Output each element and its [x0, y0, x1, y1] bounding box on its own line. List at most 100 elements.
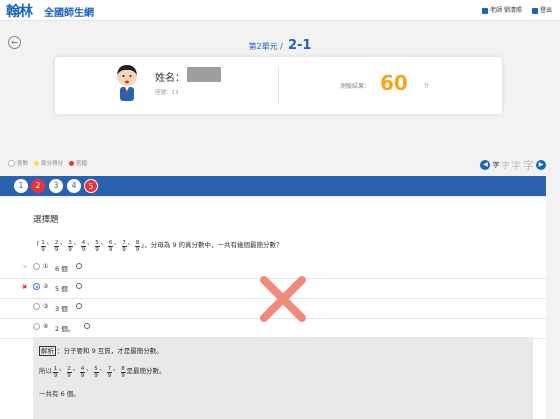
fraction: 49	[80, 366, 85, 379]
user-icon	[482, 7, 489, 14]
question-stem: 」，分母為 9 的真分數中，一共有幾個最簡分數？	[141, 241, 283, 250]
font-size-label: 字	[492, 161, 500, 169]
option-4-number: ④	[43, 323, 49, 330]
question-nav-2[interactable]: 2	[31, 179, 45, 193]
legend-wrong: 答錯	[69, 159, 87, 167]
top-bar: 翰林 全國師生網 老師 劉清照 登出	[0, 0, 560, 21]
wrong-answer-icon: ✖	[22, 283, 28, 291]
breadcrumb-unit: 第2單元 /	[248, 42, 283, 51]
fraction-separator: 、	[46, 238, 54, 246]
fraction: 29	[54, 240, 59, 253]
option-1-text: 6 個	[55, 265, 68, 273]
fraction-separator: 、	[113, 364, 120, 372]
explanation-fractions: 1 9、 2 9、 4 9、 5 9、 7 9、 8 9	[52, 362, 127, 379]
explanation-text-1: ：分子要和 9 互質，才是最簡分數。	[57, 347, 163, 355]
explanation-tag: 解析	[39, 346, 56, 356]
teacher-label: 老師 劉清照	[490, 7, 522, 14]
fraction: 79	[107, 366, 112, 379]
option-3-number: ③	[43, 303, 49, 310]
speaker-icon[interactable]	[76, 303, 82, 309]
legend-correct-dot	[8, 160, 15, 167]
question-text: 「 1 9、 2 9、 3 9、 4 9、 5 9、 6 9、 7 9、 8 9 」，分母為 9 的真分數中，…	[33, 236, 283, 253]
logout-link[interactable]: 登出	[531, 5, 552, 14]
option-2-number: ②	[43, 283, 49, 290]
card-divider	[278, 67, 279, 104]
legend-correct: 答對	[8, 159, 28, 167]
logo-mark[interactable]: 翰林	[6, 1, 33, 21]
answer-legend: 答對 部分得分 答錯	[8, 159, 87, 167]
fraction: 59	[93, 366, 99, 379]
option-3-text: 3 個	[55, 305, 68, 313]
option-2-text: 5 個	[55, 285, 68, 293]
wrong-x-icon	[260, 276, 306, 322]
correct-answer-icon: ☞	[22, 263, 28, 271]
question-nav-3[interactable]: 3	[49, 179, 63, 193]
breadcrumb: 第2單元 / 2-1	[0, 34, 560, 53]
fraction: 59	[94, 240, 100, 253]
font-size-control: ◀ 字 字 字 字 ▶	[480, 157, 546, 173]
student-result-card: 姓名： 座號：13 測驗結果： 60 分	[55, 57, 502, 114]
fraction-separator: 、	[72, 364, 80, 372]
logout-label: 登出	[539, 7, 552, 14]
fraction-separator: 、	[59, 364, 66, 372]
speaker-icon[interactable]	[84, 323, 90, 329]
explanation-line-3: 一共有 6 個。	[39, 390, 80, 398]
fraction-separator: 、	[100, 238, 108, 246]
speaker-icon[interactable]	[76, 283, 82, 289]
option-1-radio[interactable]	[33, 263, 40, 270]
legend-wrong-dot	[69, 161, 75, 166]
logo-text[interactable]: 全國師生網	[44, 4, 94, 19]
fraction-separator: 、	[60, 238, 67, 246]
breadcrumb-lesson: 2-1	[287, 38, 312, 53]
legend-partial-label: 部分得分	[41, 161, 64, 167]
fraction-separator: 、	[86, 364, 93, 372]
option-4-text: 2 個。	[55, 325, 75, 333]
option-1-number: ①	[43, 263, 49, 270]
fraction-separator: 、	[73, 238, 81, 246]
explanation-line-2: 所以 1 9、 2 9、 4 9、 5 9、 7 9、 8 9 是最簡分數。	[39, 362, 166, 379]
legend-partial: 部分得分	[34, 159, 63, 167]
name-label: 姓名：	[155, 73, 185, 84]
top-nav: 老師 劉清照 登出	[482, 5, 552, 14]
fraction-separator: 、	[127, 238, 135, 246]
fraction: 19	[40, 240, 46, 253]
question-nav-bar: 1 2 3 4 5	[0, 176, 546, 196]
explanation-box: 解析 ：分子要和 9 互質，才是最簡分數。 所以 1 9、 2 9、 4 9、 5 9、 7 9、 8…	[33, 337, 533, 419]
chevron-left-icon: ◀	[483, 161, 488, 168]
score-value: 60	[380, 71, 408, 95]
question-nav-5[interactable]: 5	[84, 179, 98, 193]
option-4-radio[interactable]	[33, 323, 40, 330]
score-label: 測驗結果：	[340, 83, 371, 90]
fraction-separator: 、	[87, 238, 94, 246]
question-nav-1[interactable]: 1	[14, 179, 28, 193]
fraction: 29	[66, 366, 72, 379]
legend-correct-label: 答對	[17, 161, 29, 167]
legend-wrong-label: 答錯	[76, 161, 88, 167]
font-size-large[interactable]: 字	[523, 157, 534, 173]
fraction: 69	[108, 240, 113, 253]
score-unit: 分	[424, 83, 430, 89]
fraction: 49	[81, 240, 86, 253]
teacher-account[interactable]: 老師 劉清照	[482, 5, 522, 14]
student-avatar	[117, 65, 137, 101]
seat-number: 座號：13	[155, 90, 179, 96]
student-name-redacted	[187, 67, 221, 82]
question-fractions: 1 9、 2 9、 3 9、 4 9、 5 9、 6 9、 7 9、 8 9	[40, 236, 142, 253]
explanation-suffix: 是最簡分數。	[126, 367, 166, 376]
option-3-radio[interactable]	[33, 303, 40, 310]
fraction-separator: 、	[99, 364, 107, 372]
fraction: 19	[53, 366, 58, 379]
fraction-separator: 、	[114, 238, 121, 246]
font-size-medium[interactable]: 字	[511, 158, 521, 172]
speaker-icon[interactable]	[76, 263, 82, 269]
fraction: 39	[67, 240, 73, 253]
font-larger-button[interactable]: ▶	[536, 160, 546, 170]
logout-icon	[531, 7, 538, 14]
font-size-small[interactable]: 字	[501, 160, 509, 171]
question-nav-4[interactable]: 4	[67, 179, 81, 193]
option-2-radio[interactable]	[33, 283, 40, 290]
explanation-prefix: 所以	[39, 367, 52, 376]
question-type-title: 選擇題	[33, 215, 59, 225]
explanation-line-1: 解析 ：分子要和 9 互質，才是最簡分數。	[39, 345, 163, 356]
font-smaller-button[interactable]: ◀	[480, 160, 491, 170]
